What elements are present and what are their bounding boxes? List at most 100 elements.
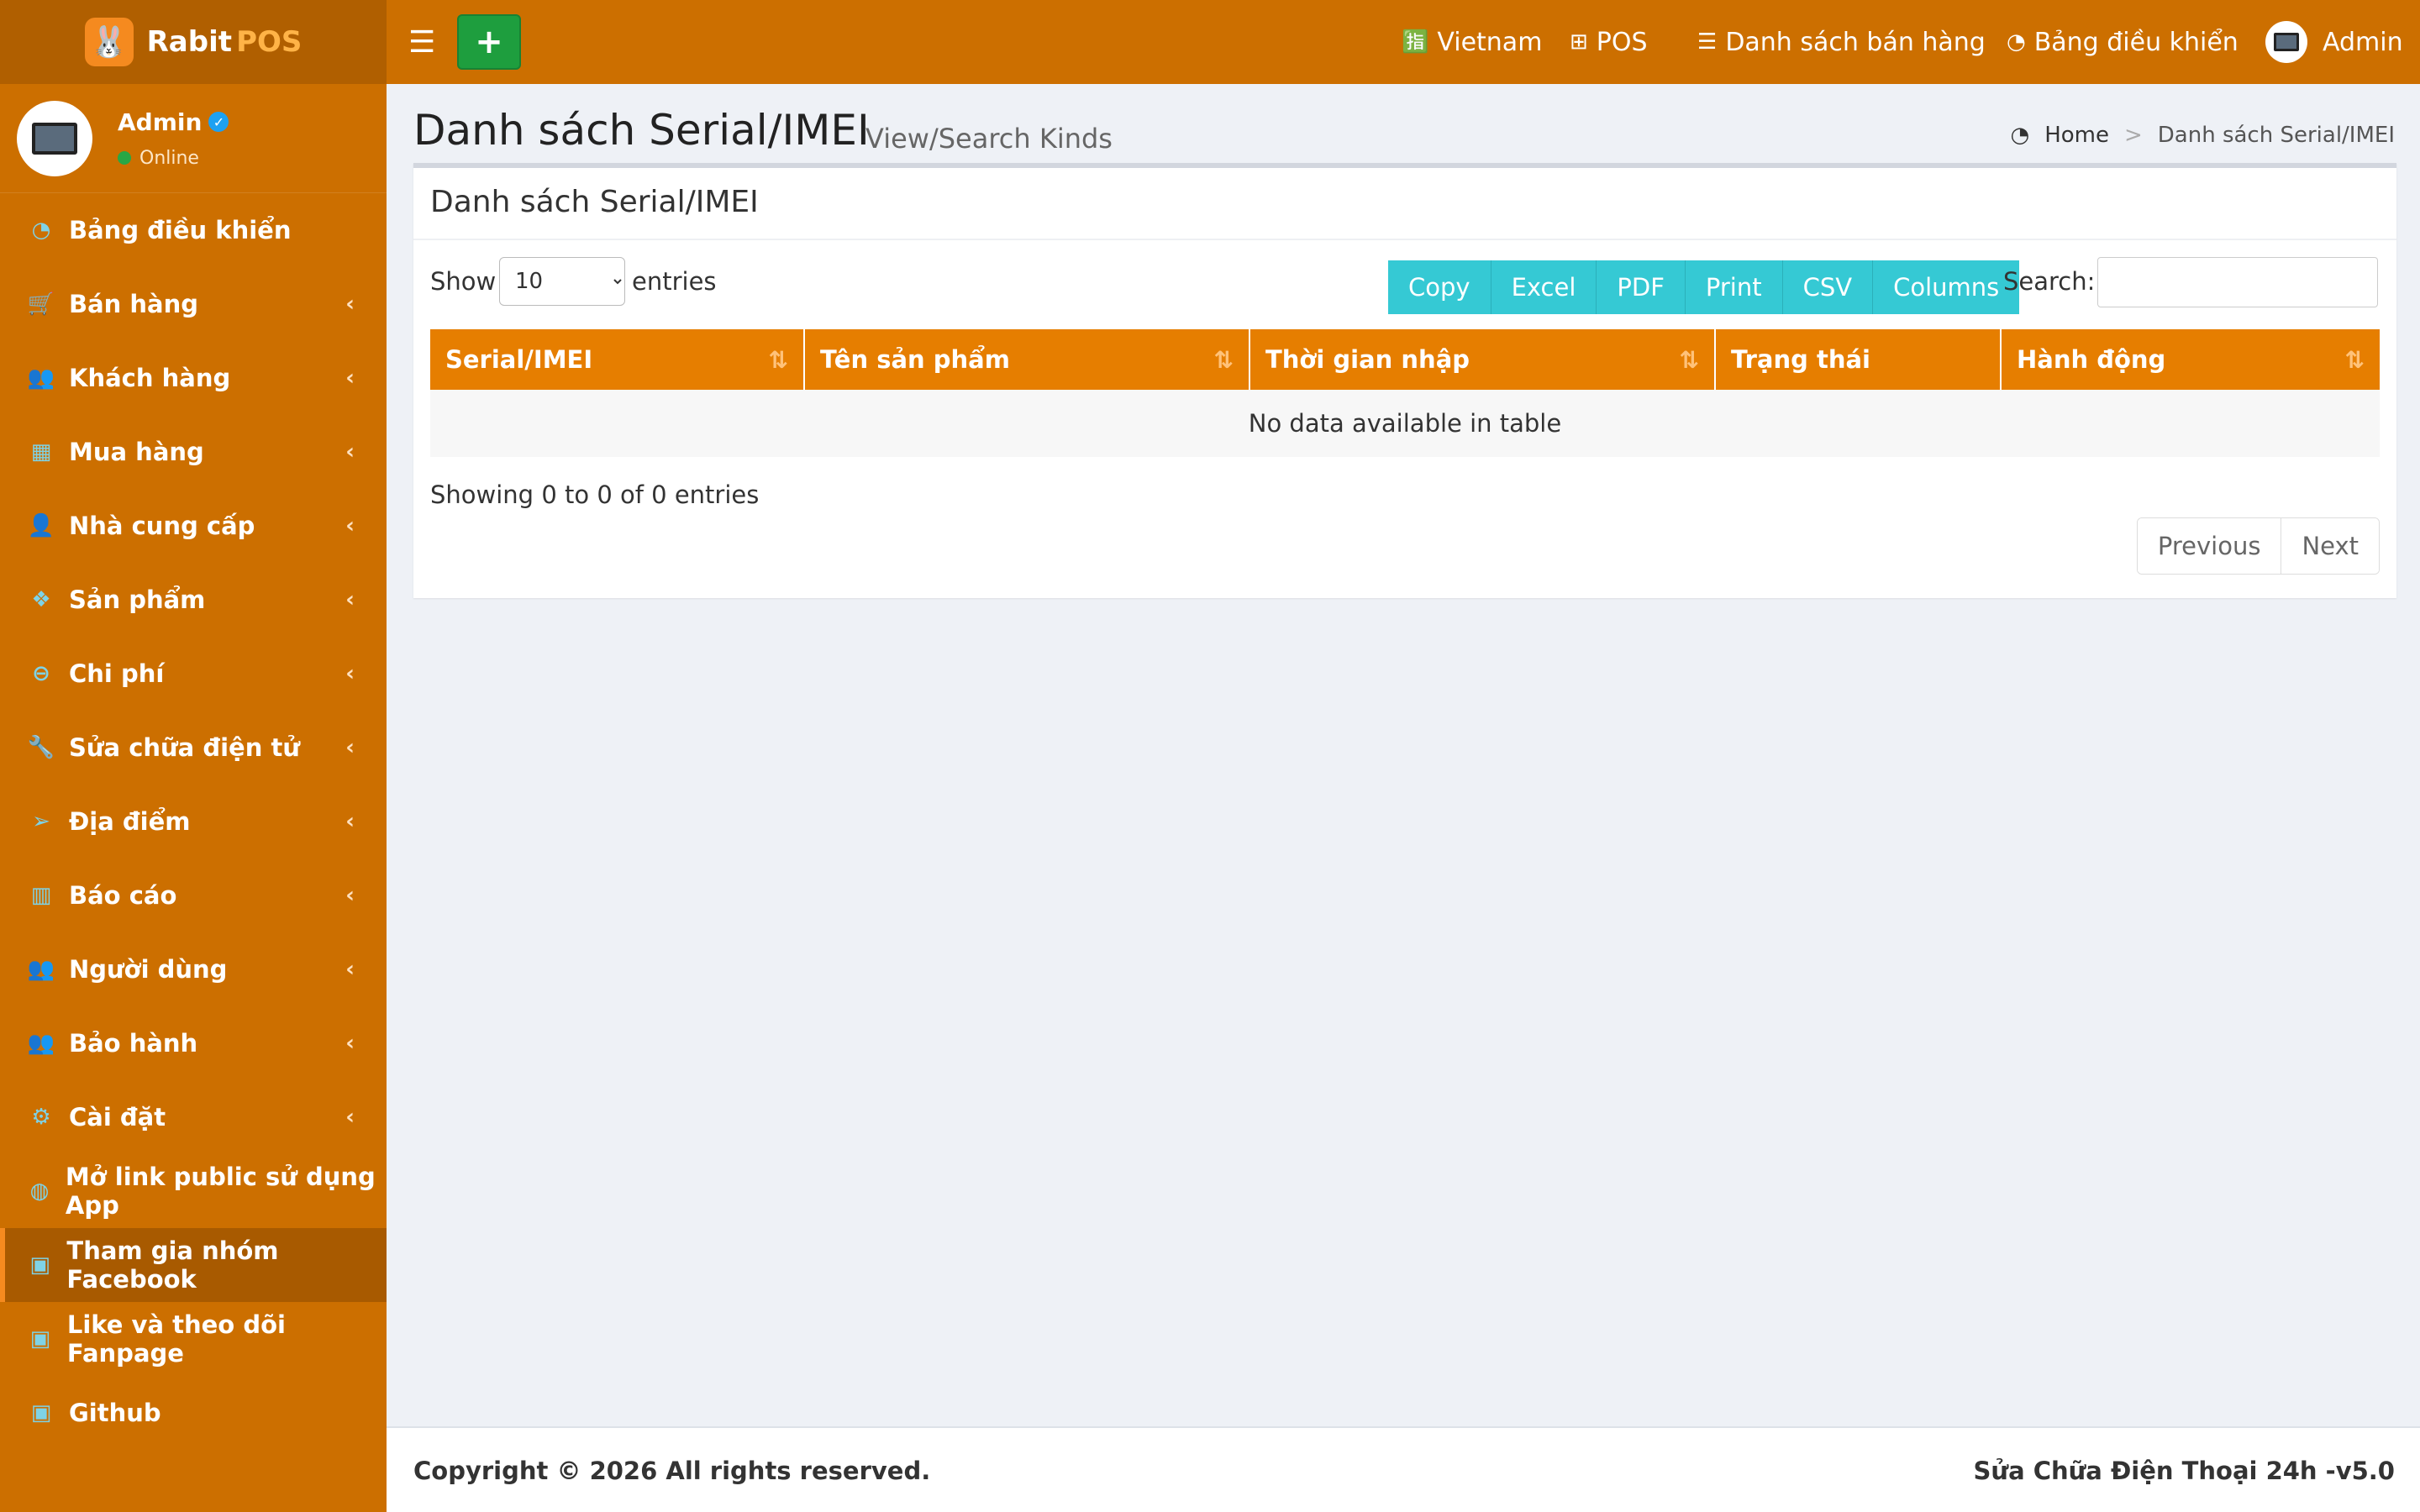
nav-language-label: Vietnam bbox=[1437, 27, 1543, 57]
pdf-button[interactable]: PDF bbox=[1597, 260, 1686, 314]
sidebar-item-label: Cài đặt bbox=[69, 1103, 166, 1131]
sidebar-item-label: Github bbox=[69, 1399, 161, 1427]
grid-icon: ▦ bbox=[30, 439, 52, 465]
footer-copyright: Copyright © 2026 All rights reserved. bbox=[413, 1457, 931, 1485]
list-icon: ☰ bbox=[1697, 29, 1718, 55]
column-header-label: Hành động bbox=[2017, 345, 2166, 374]
breadcrumb-separator: > bbox=[2123, 123, 2143, 148]
sidebar-item-facebook-group[interactable]: ▣ Tham gia nhóm Facebook bbox=[0, 1228, 387, 1302]
print-button[interactable]: Print bbox=[1685, 260, 1783, 314]
users-icon: 👥 bbox=[27, 957, 55, 982]
serial-table: Serial/IMEI ⇅ Tên sản phẩm ⇅ Thời gian n… bbox=[430, 329, 2380, 457]
sidebar-item-label: Khách hàng bbox=[69, 364, 231, 392]
sort-icon: ⇅ bbox=[1213, 345, 1234, 374]
nav-sales-list[interactable]: ☰ Danh sách bán hàng bbox=[1697, 0, 1986, 84]
table-info: Showing 0 to 0 of 0 entries bbox=[430, 480, 760, 509]
sidebar-item-suppliers[interactable]: 👤 Nhà cung cấp ‹ bbox=[0, 489, 387, 563]
chevron-left-icon: ‹ bbox=[345, 365, 355, 391]
language-icon: 🈯 bbox=[1402, 29, 1429, 55]
gears-icon: ⚙ bbox=[31, 1105, 51, 1130]
sidebar-item-public-link[interactable]: ◍ Mở link public sử dụng App bbox=[0, 1154, 387, 1228]
sidebar-item-label: Sản phẩm bbox=[69, 585, 206, 614]
column-header-product-name[interactable]: Tên sản phẩm ⇅ bbox=[805, 329, 1250, 390]
nav-pos[interactable]: ⊞ POS bbox=[1570, 0, 1648, 84]
dashboard-icon: ◔ bbox=[31, 218, 51, 243]
bar-chart-icon: ▥ bbox=[30, 883, 52, 908]
table-empty-row: No data available in table bbox=[430, 390, 2380, 457]
sidebar-item-label: Mua hàng bbox=[69, 438, 204, 466]
sidebar-item-label: Người dùng bbox=[69, 955, 228, 984]
column-header-serial[interactable]: Serial/IMEI ⇅ bbox=[430, 329, 805, 390]
sidebar-item-label: Bảo hành bbox=[69, 1029, 198, 1058]
columns-button[interactable]: Columns bbox=[1873, 260, 2020, 314]
sidebar-item-label: Sửa chữa điện tử bbox=[69, 733, 300, 762]
users-icon: 👥 bbox=[27, 365, 55, 391]
sidebar: 🐰 Rabit POS Admin ✓ Online ◔ Bảng điều k… bbox=[0, 0, 387, 1512]
menu-toggle-icon[interactable]: ☰ bbox=[408, 25, 435, 60]
user-name: Admin bbox=[118, 108, 203, 136]
sidebar-item-label: Chi phí bbox=[69, 659, 165, 688]
briefcase-icon: ▣ bbox=[29, 1326, 51, 1352]
sidebar-item-label: Bảng điều khiển bbox=[69, 216, 292, 244]
chevron-left-icon: ‹ bbox=[345, 957, 355, 982]
sidebar-item-expenses[interactable]: ⊖ Chi phí ‹ bbox=[0, 637, 387, 711]
page-subtitle: View/Search Kinds bbox=[865, 123, 1113, 155]
sidebar-item-sales[interactable]: 🛒 Bán hàng ‹ bbox=[0, 267, 387, 341]
sidebar-item-customers[interactable]: 👥 Khách hàng ‹ bbox=[0, 341, 387, 415]
footer-version: Sửa Chữa Điện Thoại 24h -v5.0 bbox=[1973, 1457, 2395, 1485]
search-label: Search: bbox=[2003, 267, 2096, 296]
sidebar-item-products[interactable]: ❖ Sản phẩm ‹ bbox=[0, 563, 387, 637]
nav-user[interactable]: Admin bbox=[2265, 0, 2403, 84]
nav-dashboard-label: Bảng điều khiển bbox=[2033, 27, 2238, 57]
add-button[interactable]: + bbox=[457, 14, 521, 70]
sort-icon: ⇅ bbox=[768, 345, 788, 374]
briefcase-icon: ▣ bbox=[29, 1252, 50, 1278]
minus-circle-icon: ⊖ bbox=[32, 661, 50, 686]
brand-logo[interactable]: 🐰 Rabit POS bbox=[0, 0, 387, 84]
nav-dashboard[interactable]: ◔ Bảng điều khiển bbox=[2007, 0, 2238, 84]
search-input[interactable] bbox=[2097, 257, 2378, 307]
user-plus-icon: 👤 bbox=[27, 513, 55, 538]
page-title: Danh sách Serial/IMEI bbox=[413, 106, 870, 155]
sidebar-item-fanpage[interactable]: ▣ Like và theo dõi Fanpage bbox=[0, 1302, 387, 1376]
sidebar-item-warranty[interactable]: 👥 Bảo hành ‹ bbox=[0, 1006, 387, 1080]
users-icon: 👥 bbox=[27, 1031, 55, 1056]
globe-icon: ◍ bbox=[29, 1179, 50, 1204]
sidebar-item-github[interactable]: ▣ Github bbox=[0, 1376, 387, 1450]
sort-icon: ⇅ bbox=[2344, 345, 2365, 374]
sidebar-item-users[interactable]: 👥 Người dùng ‹ bbox=[0, 932, 387, 1006]
paper-plane-icon: ➢ bbox=[32, 809, 50, 834]
csv-button[interactable]: CSV bbox=[1782, 260, 1874, 314]
brand-name-accent: POS bbox=[236, 25, 302, 59]
table-header-row: Serial/IMEI ⇅ Tên sản phẩm ⇅ Thời gian n… bbox=[430, 329, 2380, 390]
top-navbar: ☰ + 🈯 Vietnam ⊞ POS ☰ Danh sách bán hàng… bbox=[387, 0, 2420, 84]
sidebar-item-reports[interactable]: ▥ Báo cáo ‹ bbox=[0, 858, 387, 932]
sidebar-item-label: Like và theo dõi Fanpage bbox=[66, 1310, 286, 1368]
previous-button[interactable]: Previous bbox=[2137, 518, 2281, 574]
next-button[interactable]: Next bbox=[2281, 518, 2379, 574]
sidebar-item-purchases[interactable]: ▦ Mua hàng ‹ bbox=[0, 415, 387, 489]
content-box: Danh sách Serial/IMEI Show 10 entries Co… bbox=[413, 163, 2396, 598]
sidebar-item-label: Địa điểm bbox=[69, 807, 191, 836]
sidebar-item-locations[interactable]: ➢ Địa điểm ‹ bbox=[0, 785, 387, 858]
sidebar-item-settings[interactable]: ⚙ Cài đặt ‹ bbox=[0, 1080, 387, 1154]
copy-button[interactable]: Copy bbox=[1388, 260, 1491, 314]
chevron-left-icon: ‹ bbox=[345, 735, 355, 760]
nav-language[interactable]: 🈯 Vietnam bbox=[1402, 0, 1542, 84]
page-length-select[interactable]: 10 bbox=[499, 257, 625, 306]
sidebar-item-repair[interactable]: 🔧 Sửa chữa điện tử ‹ bbox=[0, 711, 387, 785]
chevron-left-icon: ‹ bbox=[345, 661, 355, 686]
divider bbox=[413, 239, 2396, 240]
column-header-actions[interactable]: Hành động ⇅ bbox=[2002, 329, 2380, 390]
nav-pos-label: POS bbox=[1596, 27, 1648, 57]
excel-button[interactable]: Excel bbox=[1491, 260, 1597, 314]
avatar bbox=[17, 100, 92, 176]
breadcrumb-home[interactable]: Home bbox=[2044, 123, 2109, 148]
column-header-import-time[interactable]: Thời gian nhập ⇅ bbox=[1250, 329, 1716, 390]
sidebar-item-dashboard[interactable]: ◔ Bảng điều khiển bbox=[0, 193, 387, 267]
verified-icon: ✓ bbox=[208, 112, 229, 132]
sidebar-item-label: Tham gia nhóm Facebook bbox=[66, 1236, 279, 1294]
chevron-left-icon: ‹ bbox=[345, 1105, 355, 1130]
pagination: Previous Next bbox=[2136, 517, 2380, 575]
entries-label: entries bbox=[632, 267, 717, 296]
